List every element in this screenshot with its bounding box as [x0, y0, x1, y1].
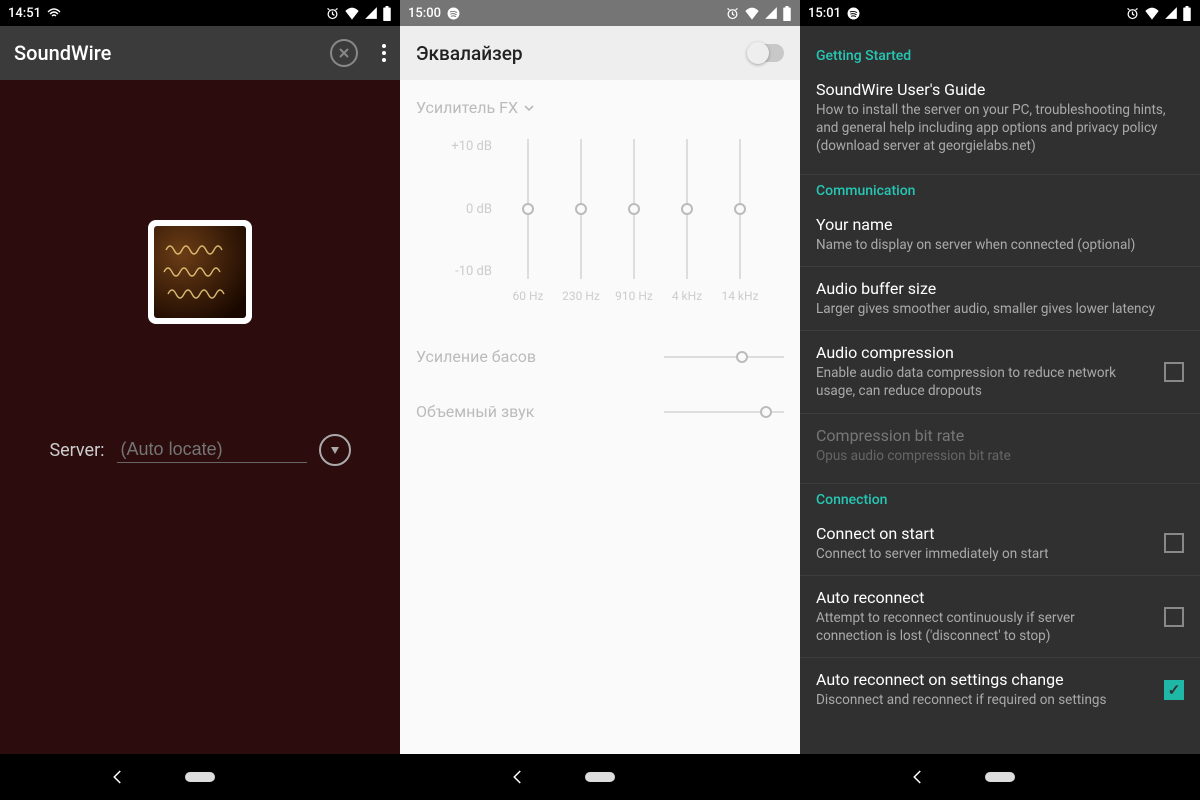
status-time: 15:01 — [808, 6, 841, 21]
eq-sliders-group: +10 dB 0 dB -10 dB 60 Hz 230 Hz 910 Hz 4 kH… — [416, 139, 784, 303]
disconnect-button[interactable] — [330, 39, 358, 67]
setting-compression-bitrate: Compression bit rate Opus audio compress… — [800, 413, 1200, 477]
alarm-icon — [1125, 6, 1140, 21]
wifi-icon — [344, 6, 360, 20]
setting-title: Audio buffer size — [816, 279, 1184, 298]
bass-boost-slider[interactable] — [664, 356, 784, 358]
status-bar: 15:00 — [400, 0, 800, 26]
setting-user-guide[interactable]: SoundWire User's Guide How to install th… — [800, 68, 1200, 168]
status-time: 14:51 — [8, 6, 41, 21]
nav-bar — [0, 754, 400, 800]
setting-title: Compression bit rate — [816, 426, 1184, 445]
status-time: 15:00 — [408, 6, 441, 21]
status-bar: 14:51 — [0, 0, 400, 26]
checkbox[interactable] — [1164, 362, 1184, 382]
server-input[interactable] — [117, 437, 307, 463]
setting-subtitle: Disconnect and reconnect if required on … — [816, 691, 1144, 709]
spotify-icon — [847, 7, 860, 20]
spotify-icon — [447, 7, 460, 20]
nav-home-icon[interactable] — [585, 772, 615, 782]
nav-back-icon[interactable] — [509, 768, 527, 786]
section-communication: Communication — [800, 175, 1200, 203]
setting-connect-on-start[interactable]: Connect on start Connect to server immed… — [800, 512, 1200, 575]
surround-label: Объемный звук — [416, 402, 534, 421]
signal-icon — [364, 6, 378, 20]
setting-subtitle: Attempt to reconnect continuously if ser… — [816, 609, 1144, 645]
eq-band-freq: 230 Hz — [562, 289, 600, 303]
eq-band-slider[interactable]: 910 Hz — [610, 139, 658, 303]
setting-subtitle: Name to display on server when connected… — [816, 236, 1184, 254]
equalizer-toggle[interactable] — [748, 44, 784, 62]
setting-auto-reconnect[interactable]: Auto reconnect Attempt to reconnect cont… — [800, 575, 1200, 657]
nav-bar — [400, 754, 800, 800]
signal-icon — [764, 6, 778, 20]
bass-boost-label: Усиление басов — [416, 347, 536, 366]
eq-band-slider[interactable]: 60 Hz — [504, 139, 552, 303]
nav-back-icon[interactable] — [109, 768, 127, 786]
wifi-icon — [744, 6, 760, 20]
setting-subtitle: Connect to server immediately on start — [816, 545, 1144, 563]
eq-band-freq: 4 kHz — [672, 289, 702, 303]
eq-label-bot: -10 dB — [416, 264, 492, 279]
section-connection: Connection — [800, 484, 1200, 512]
eq-band-freq: 14 kHz — [721, 289, 758, 303]
nav-bar — [800, 754, 1200, 800]
setting-your-name[interactable]: Your name Name to display on server when… — [800, 203, 1200, 266]
app-bar: SoundWire — [0, 26, 400, 80]
battery-icon — [1182, 6, 1192, 21]
eq-label-top: +10 dB — [416, 139, 492, 154]
status-bar: 15:01 — [800, 0, 1200, 26]
setting-title: Audio compression — [816, 343, 1144, 362]
setting-audio-compression[interactable]: Audio compression Enable audio data comp… — [800, 330, 1200, 412]
connect-button[interactable] — [319, 434, 351, 466]
eq-label-mid: 0 dB — [416, 202, 492, 217]
setting-title: Auto reconnect — [816, 588, 1144, 607]
fx-preset-label: Усилитель FX — [416, 98, 518, 117]
eq-band-slider[interactable]: 230 Hz — [557, 139, 605, 303]
screen-title: Эквалайзер — [416, 42, 523, 65]
wifi-icon — [1144, 6, 1160, 20]
alarm-icon — [325, 6, 340, 21]
fx-preset-dropdown[interactable]: Усилитель FX — [416, 98, 784, 117]
alarm-icon — [725, 6, 740, 21]
checkbox[interactable] — [1164, 607, 1184, 627]
setting-title: Auto reconnect on settings change — [816, 670, 1144, 689]
eq-band-slider[interactable]: 4 kHz — [663, 139, 711, 303]
server-label: Server: — [49, 440, 104, 461]
checkbox[interactable] — [1164, 680, 1184, 700]
eq-band-freq: 60 Hz — [513, 289, 544, 303]
setting-audio-buffer[interactable]: Audio buffer size Larger gives smoother … — [800, 266, 1200, 330]
nav-home-icon[interactable] — [185, 772, 215, 782]
battery-icon — [382, 6, 392, 21]
overflow-menu-icon[interactable] — [382, 44, 386, 62]
signal-icon — [1164, 6, 1178, 20]
eq-band-freq: 910 Hz — [615, 289, 653, 303]
setting-subtitle: How to install the server on your PC, tr… — [816, 101, 1184, 156]
wifi-small-icon — [47, 8, 61, 18]
setting-subtitle: Opus audio compression bit rate — [816, 447, 1184, 465]
battery-icon — [782, 6, 792, 21]
chevron-down-icon — [524, 105, 534, 111]
setting-title: Your name — [816, 215, 1184, 234]
surround-slider[interactable] — [664, 411, 784, 413]
app-logo — [148, 220, 252, 324]
setting-title: Connect on start — [816, 524, 1144, 543]
setting-title: SoundWire User's Guide — [816, 80, 1184, 99]
nav-back-icon[interactable] — [909, 768, 927, 786]
section-getting-started: Getting Started — [800, 40, 1200, 68]
checkbox[interactable] — [1164, 533, 1184, 553]
setting-subtitle: Larger gives smoother audio, smaller giv… — [816, 300, 1184, 318]
eq-band-slider[interactable]: 14 kHz — [716, 139, 764, 303]
nav-home-icon[interactable] — [985, 772, 1015, 782]
setting-auto-reconnect-settings[interactable]: Auto reconnect on settings change Discon… — [800, 657, 1200, 721]
app-bar: Эквалайзер — [400, 26, 800, 80]
app-title: SoundWire — [14, 41, 320, 65]
setting-subtitle: Enable audio data compression to reduce … — [816, 364, 1144, 400]
